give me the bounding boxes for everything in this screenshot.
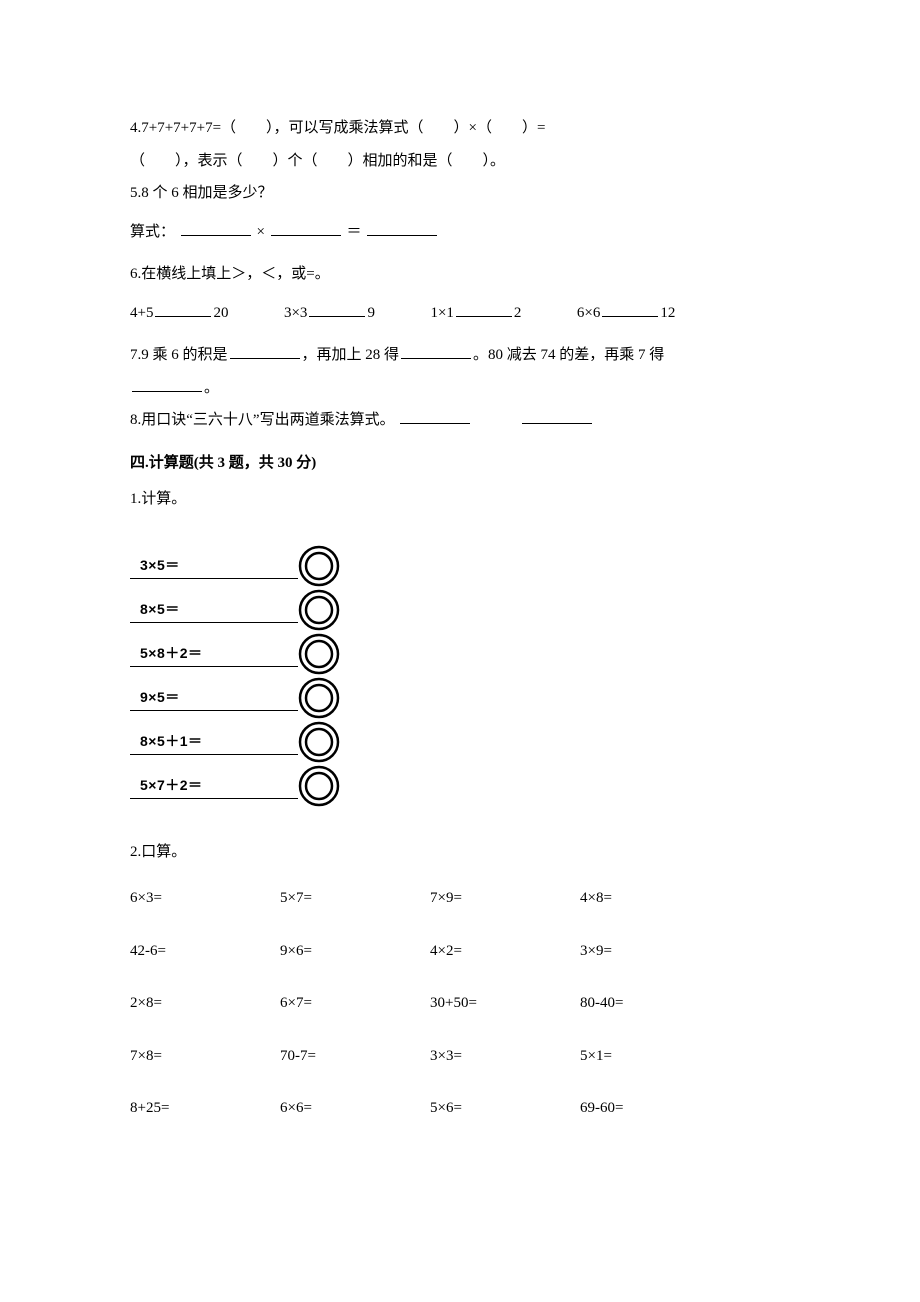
blank[interactable] bbox=[132, 376, 202, 392]
calc-row: 8×5＝ bbox=[130, 588, 340, 632]
q7-c: 。80 减去 74 的差，再乘 7 得 bbox=[473, 347, 664, 363]
section4-title: 四.计算题(共 3 题，共 30 分) bbox=[130, 449, 800, 478]
blank[interactable] bbox=[271, 220, 341, 236]
q6-item-r: 9 bbox=[367, 305, 375, 321]
mental-cell: 30+50= bbox=[430, 989, 580, 1018]
mental-cell: 6×3= bbox=[130, 884, 280, 913]
q6-item-l: 1×1 bbox=[430, 305, 453, 321]
mental-grid: 6×3= 5×7= 7×9= 4×8= 42-6= 9×6= 4×2= 3×9=… bbox=[130, 884, 800, 1123]
mental-cell: 3×3= bbox=[430, 1042, 580, 1071]
q7-b: ，再加上 28 得 bbox=[302, 347, 400, 363]
mental-cell: 2×8= bbox=[130, 989, 280, 1018]
mental-cell: 5×7= bbox=[280, 884, 430, 913]
mental-cell: 5×1= bbox=[580, 1042, 730, 1071]
blank[interactable] bbox=[602, 301, 658, 317]
ring-icon bbox=[298, 633, 340, 675]
q5-prefix: 算式： bbox=[130, 224, 175, 240]
calc-row: 8×5＋1＝ bbox=[130, 720, 340, 764]
times-sign: × bbox=[257, 224, 265, 240]
q5-formula: 算式： × ＝ bbox=[130, 218, 800, 247]
q6-item-r: 20 bbox=[213, 305, 228, 321]
q6-text: 6.在横线上填上＞，＜，或=。 bbox=[130, 260, 800, 289]
q6-item-l: 4+5 bbox=[130, 305, 153, 321]
ring-icon bbox=[298, 677, 340, 719]
ring-icon bbox=[298, 589, 340, 631]
page: 4.7+7+7+7+7=（ ），可以写成乘法算式（ ）×（ ）= （ ），表示（… bbox=[0, 0, 920, 1183]
q8-line: 8.用口诀“三六十八”写出两道乘法算式。 bbox=[130, 406, 800, 435]
blank[interactable] bbox=[155, 301, 211, 317]
calc-label: 5×7＋2＝ bbox=[130, 772, 298, 800]
calc-label: 3×5＝ bbox=[130, 552, 298, 580]
calc-label: 9×5＝ bbox=[130, 684, 298, 712]
mental-cell: 7×8= bbox=[130, 1042, 280, 1071]
calc-row: 3×5＝ bbox=[130, 544, 340, 588]
mental-cell: 4×2= bbox=[430, 937, 580, 966]
calc-label: 5×8＋2＝ bbox=[130, 640, 298, 668]
q7-line2: 。 bbox=[130, 374, 800, 403]
mental-cell: 42-6= bbox=[130, 937, 280, 966]
mental-cell: 5×6= bbox=[430, 1094, 580, 1123]
mental-cell: 6×6= bbox=[280, 1094, 430, 1123]
q6-item-l: 6×6 bbox=[577, 305, 600, 321]
q6-item-r: 12 bbox=[660, 305, 675, 321]
mental-cell: 70-7= bbox=[280, 1042, 430, 1071]
calc-row: 9×5＝ bbox=[130, 676, 340, 720]
q6-items: 4+5 20 3×3 9 1×1 2 6×6 12 bbox=[130, 299, 800, 328]
blank[interactable] bbox=[309, 301, 365, 317]
mental-cell: 9×6= bbox=[280, 937, 430, 966]
calc-row: 5×7＋2＝ bbox=[130, 764, 340, 808]
q6-item-r: 2 bbox=[514, 305, 522, 321]
q8-text: 8.用口诀“三六十八”写出两道乘法算式。 bbox=[130, 412, 395, 428]
q5-text: 5.8 个 6 相加是多少？ bbox=[130, 179, 800, 208]
equals-sign: ＝ bbox=[346, 224, 361, 240]
ring-icon bbox=[298, 545, 340, 587]
q7-d: 。 bbox=[204, 380, 219, 396]
ring-icon bbox=[298, 721, 340, 763]
blank[interactable] bbox=[230, 343, 300, 359]
mental-cell: 69-60= bbox=[580, 1094, 730, 1123]
ring-icon bbox=[298, 765, 340, 807]
q6-item-l: 3×3 bbox=[284, 305, 307, 321]
p1-label: 1.计算。 bbox=[130, 485, 800, 514]
q4-line1: 4.7+7+7+7+7=（ ），可以写成乘法算式（ ）×（ ）= bbox=[130, 114, 800, 143]
q7-line1: 7.9 乘 6 的积是 ，再加上 28 得 。80 减去 74 的差，再乘 7 得 bbox=[130, 341, 800, 370]
mental-cell: 6×7= bbox=[280, 989, 430, 1018]
calc-label: 8×5＝ bbox=[130, 596, 298, 624]
calc-row: 5×8＋2＝ bbox=[130, 632, 340, 676]
q4-line2: （ ），表示（ ）个（ ）相加的和是（ ）。 bbox=[130, 147, 800, 176]
calc-label: 8×5＋1＝ bbox=[130, 728, 298, 756]
mental-cell: 80-40= bbox=[580, 989, 730, 1018]
p2-label: 2.口算。 bbox=[130, 838, 800, 867]
mental-cell: 8+25= bbox=[130, 1094, 280, 1123]
mental-cell: 7×9= bbox=[430, 884, 580, 913]
blank[interactable] bbox=[522, 408, 592, 424]
blank[interactable] bbox=[367, 220, 437, 236]
q7-a: 7.9 乘 6 的积是 bbox=[130, 347, 228, 363]
blank[interactable] bbox=[400, 408, 470, 424]
blank[interactable] bbox=[456, 301, 512, 317]
blank[interactable] bbox=[401, 343, 471, 359]
mental-cell: 3×9= bbox=[580, 937, 730, 966]
calc-diagram: 3×5＝ 8×5＝ 5×8＋2＝ 9×5＝ 8×5＋1＝ bbox=[130, 544, 340, 808]
blank[interactable] bbox=[181, 220, 251, 236]
mental-cell: 4×8= bbox=[580, 884, 730, 913]
